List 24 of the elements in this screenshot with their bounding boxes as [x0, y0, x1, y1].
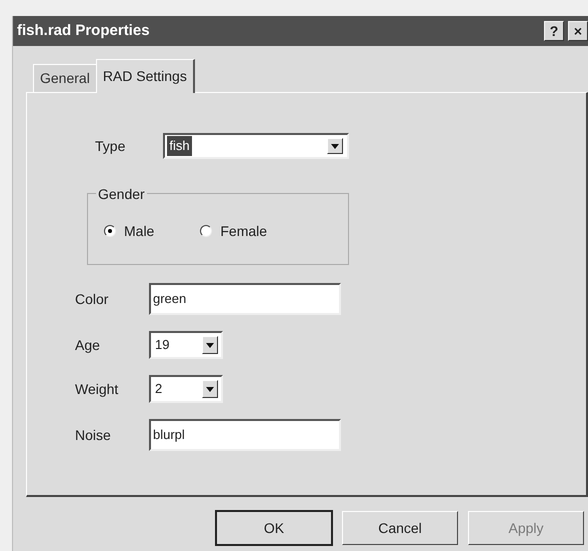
dropdown-value: 2	[155, 380, 164, 398]
field-label: Color	[75, 290, 110, 308]
text-field[interactable]: blurpl	[149, 419, 341, 451]
dropdown[interactable]: 2	[149, 375, 223, 403]
dialog-button[interactable]: OK	[216, 511, 332, 545]
close-button[interactable]: ×	[568, 21, 588, 41]
text-field[interactable]: green	[149, 283, 341, 315]
help-button[interactable]: ?	[544, 21, 564, 41]
type-dropdown[interactable]: fish	[163, 133, 350, 159]
field-label: Age	[75, 336, 101, 355]
dropdown-value: 19	[155, 336, 170, 354]
field-label: Weight	[75, 380, 120, 399]
radio-option[interactable]: Male	[104, 220, 154, 242]
tab[interactable]: RAD Settings	[96, 59, 195, 93]
radio-option[interactable]: Female	[200, 220, 268, 242]
dropdown[interactable]: 19	[149, 331, 223, 359]
tab[interactable]: General	[33, 64, 96, 92]
dialog-button[interactable]: Cancel	[342, 511, 458, 545]
field-label: Noise	[75, 426, 112, 444]
window-title: fish.rad Properties	[17, 20, 151, 41]
radio-icon[interactable]	[200, 225, 212, 237]
dropdown-value: fish	[167, 136, 192, 156]
field-label: Type	[95, 136, 126, 156]
radio-icon[interactable]	[104, 225, 116, 237]
